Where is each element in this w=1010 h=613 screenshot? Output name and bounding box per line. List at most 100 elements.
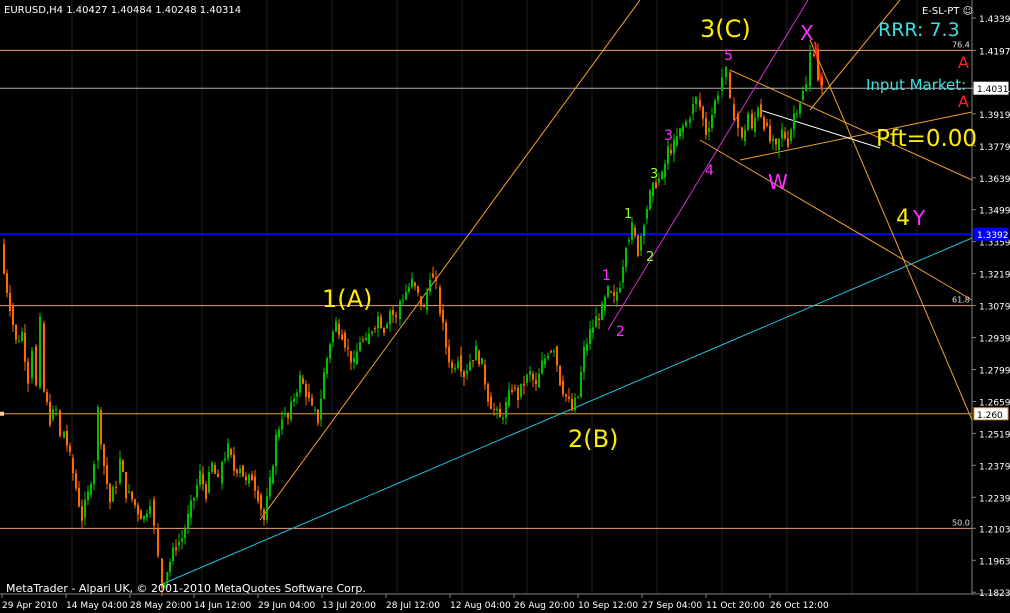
candle-body — [380, 316, 382, 329]
y-tick-label: 1.32190 — [979, 271, 1010, 281]
candle-body — [725, 66, 727, 78]
candle-body — [778, 138, 780, 151]
candle-body — [184, 529, 186, 539]
candle-body — [414, 282, 416, 287]
candle-body — [332, 331, 334, 342]
candle-body — [374, 328, 376, 330]
x-tick-label: 29 Jun 04:00 — [258, 601, 315, 611]
candle-body — [714, 100, 716, 114]
candle-body — [205, 484, 207, 499]
y-tick-label: 1.23790 — [979, 462, 1010, 472]
candle-body — [214, 465, 216, 474]
candle-body — [6, 273, 8, 293]
candle-body — [311, 397, 313, 406]
y-tick-label: 1.30790 — [979, 303, 1010, 313]
candle-body — [75, 473, 77, 489]
candle-body — [466, 370, 468, 374]
candle-body — [217, 473, 219, 478]
wave-label-green: 3 — [650, 167, 658, 182]
wave-label-green: 2 — [646, 250, 654, 265]
wave-label-green: 1 — [624, 207, 632, 222]
candle-body — [670, 150, 672, 154]
candle-body — [787, 138, 789, 147]
candle-body — [589, 329, 591, 344]
candle-body — [236, 469, 238, 474]
chart-background — [0, 0, 1010, 613]
candle-body — [699, 99, 701, 107]
candle-body — [193, 497, 195, 501]
candle-body — [544, 358, 546, 365]
candle-body — [426, 291, 428, 310]
candle-body — [18, 340, 20, 342]
candle-body — [625, 248, 627, 267]
candle-body — [149, 506, 151, 514]
candle-body — [377, 316, 379, 329]
candle-body — [245, 476, 247, 481]
candle-body — [493, 409, 495, 411]
candle-body — [754, 117, 756, 132]
candle-body — [658, 178, 660, 183]
candle-body — [637, 235, 639, 256]
candle-body — [335, 321, 337, 332]
candle-body — [81, 506, 83, 521]
candle-body — [692, 103, 694, 114]
input-market-label: Input Market: — [866, 76, 966, 94]
candle-body — [97, 407, 99, 461]
x-tick-label: 28 Jul 12:00 — [386, 601, 440, 611]
candle-body — [266, 496, 268, 520]
x-tick-label: 14 May 04:00 — [66, 601, 128, 611]
candle-body — [695, 97, 697, 104]
candle-body — [577, 396, 579, 398]
candle-body — [571, 398, 573, 411]
candle-body — [199, 470, 201, 485]
candle-body — [702, 106, 704, 119]
candle-body — [341, 335, 343, 340]
candle-body — [729, 72, 731, 98]
candle-body — [172, 547, 174, 561]
candle-body — [619, 288, 621, 293]
candle-body — [472, 360, 474, 362]
candle-body — [766, 122, 768, 126]
candle-body — [15, 324, 17, 340]
candle-body — [475, 345, 477, 361]
candle-body — [435, 277, 437, 281]
candle-body — [239, 468, 241, 474]
candle-body — [208, 472, 210, 493]
candle-body — [655, 182, 657, 189]
candle-body — [813, 54, 815, 57]
candle-body — [251, 474, 253, 481]
candle-body — [685, 121, 687, 127]
price-marker-label: 1.3392 — [977, 231, 1009, 241]
y-tick-label: 1.18230 — [979, 589, 1010, 599]
candle-body — [52, 409, 54, 420]
candle-body — [643, 225, 645, 236]
candle-body — [326, 358, 328, 374]
wave-label-minor: X — [800, 21, 814, 45]
candle-body — [661, 171, 663, 179]
candle-body — [451, 362, 453, 369]
candle-body — [329, 344, 331, 359]
candle-body — [809, 52, 811, 87]
candle-body — [481, 357, 483, 365]
price-marker-label: 1.40314 — [977, 85, 1010, 95]
candle-body — [445, 322, 447, 348]
y-tick-label: 1.36390 — [979, 175, 1010, 185]
y-tick-label: 1.26590 — [979, 398, 1010, 408]
candle-body — [679, 128, 681, 137]
price-marker-label: 1.260 — [977, 411, 1003, 421]
x-tick-label: 26 Aug 20:00 — [514, 601, 575, 611]
candle-body — [634, 227, 636, 236]
price-chart[interactable]: 76.461.850.0 1(A)2(B)3(C)4 YXW12345123AA … — [0, 0, 1010, 613]
y-tick-label: 1.29390 — [979, 335, 1010, 345]
candle-body — [103, 444, 105, 466]
candle-body — [405, 292, 407, 300]
candle-body — [347, 347, 349, 349]
candle-body — [559, 365, 561, 386]
candle-body — [359, 342, 361, 352]
candle-body — [747, 113, 749, 131]
x-tick-label: 11 Oct 20:00 — [706, 601, 765, 611]
candle-body — [190, 500, 192, 518]
candle-body — [175, 547, 177, 551]
candle-body — [781, 129, 783, 139]
candle-body — [119, 458, 121, 484]
